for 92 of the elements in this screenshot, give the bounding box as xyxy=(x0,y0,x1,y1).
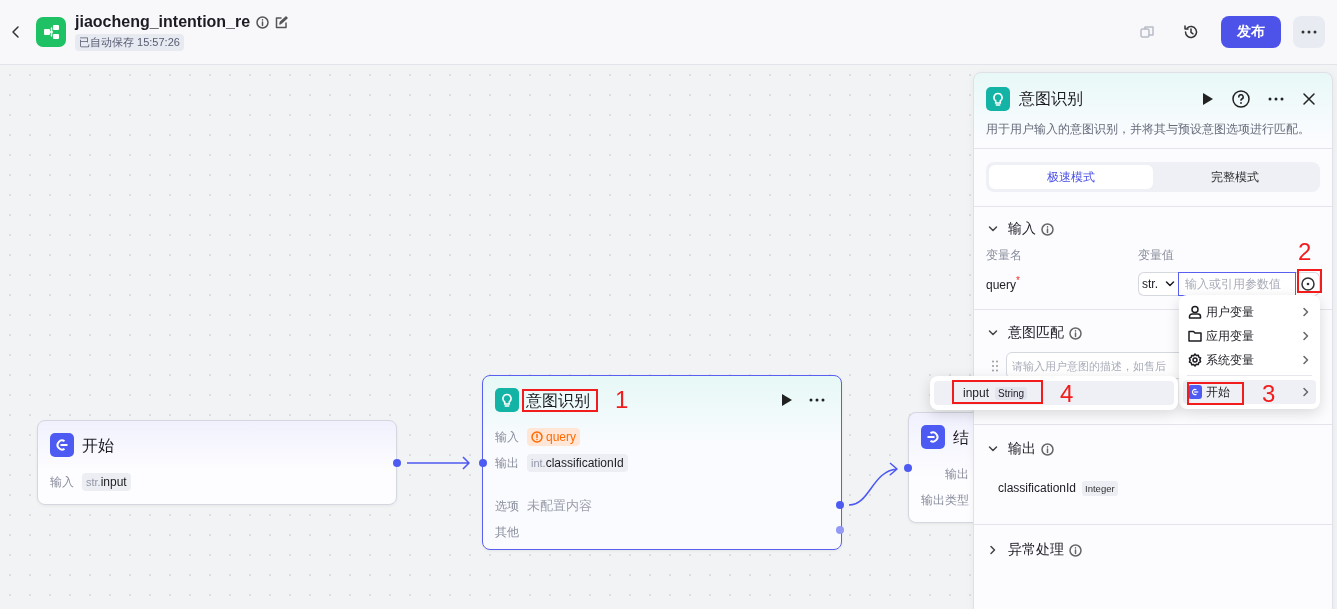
node-title: 结 xyxy=(953,428,969,446)
edit-icon[interactable] xyxy=(275,15,289,29)
field-label: 输出类型 xyxy=(921,491,969,509)
publish-button[interactable]: 发布 xyxy=(1221,16,1281,48)
column-label: 变量值 xyxy=(1138,247,1174,263)
chevron-right-icon xyxy=(1301,355,1311,365)
help-icon xyxy=(1232,90,1250,108)
chevron-down-icon[interactable] xyxy=(988,328,998,338)
start-node-icon xyxy=(50,433,74,457)
gear-icon xyxy=(1188,353,1202,367)
section-title: 输入 xyxy=(1008,220,1036,238)
field-label: 其他 xyxy=(495,523,520,541)
autosave-badge: 已自动保存 15:57:26 xyxy=(75,34,184,51)
mode-tab[interactable]: 极速模式 xyxy=(989,165,1153,189)
more-button[interactable] xyxy=(809,398,825,402)
bulb-icon xyxy=(986,87,1010,111)
warning-tag: query xyxy=(527,428,581,446)
info-icon[interactable] xyxy=(1041,222,1054,236)
chevron-right-icon[interactable] xyxy=(988,545,998,555)
field-label: 输出 xyxy=(495,454,520,472)
info-icon[interactable] xyxy=(256,15,270,29)
run-icon xyxy=(781,393,793,407)
annotation-number: 2 xyxy=(1298,239,1312,265)
output-name: classificationId xyxy=(998,481,1077,495)
workflow-node[interactable]: 开始 输入 str.input xyxy=(37,420,397,505)
copy-icon xyxy=(1140,25,1154,39)
run-button[interactable] xyxy=(781,393,793,407)
annotation-box xyxy=(1297,269,1322,293)
mode-tab[interactable]: 完整模式 xyxy=(1153,165,1317,189)
run-button[interactable] xyxy=(1202,92,1214,106)
annotation-number: 3 xyxy=(1262,381,1276,407)
annotation-number: 1 xyxy=(615,387,629,413)
port-dot xyxy=(836,501,844,509)
chevron-down-icon xyxy=(1165,279,1176,289)
history-icon xyxy=(1183,24,1199,40)
warning-icon xyxy=(531,431,543,443)
connector-arrow xyxy=(848,462,898,506)
help-button[interactable] xyxy=(1232,90,1250,108)
placeholder-text: 未配置内容 xyxy=(527,497,592,515)
chevron-right-icon xyxy=(1301,307,1311,317)
section-title: 输出 xyxy=(1008,440,1036,458)
connector-arrow xyxy=(406,456,470,470)
close-button[interactable] xyxy=(1302,92,1316,106)
parameter-name: query* xyxy=(986,278,1020,292)
menu-item[interactable]: 应用变量 xyxy=(1183,324,1316,348)
type-label: str. xyxy=(86,476,101,488)
bulb-icon xyxy=(495,388,519,412)
end-node-icon xyxy=(921,425,945,449)
info-icon[interactable] xyxy=(1069,326,1082,340)
port-dot xyxy=(479,459,487,467)
menu-item[interactable]: 用户变量 xyxy=(1183,300,1316,324)
column-label: 变量名 xyxy=(986,247,1023,263)
node-title: 意图识别 xyxy=(526,391,590,409)
folder-icon xyxy=(1188,329,1202,343)
port-dot xyxy=(836,526,844,534)
more-icon xyxy=(809,398,825,402)
value-input[interactable]: 输入或引用参数值 xyxy=(1178,272,1297,296)
annotation-number: 4 xyxy=(1060,381,1074,407)
type-tag: Integer xyxy=(1082,480,1118,496)
app-title: jiaocheng_intention_re xyxy=(75,13,251,31)
user-icon xyxy=(1188,305,1202,319)
app-logo-icon xyxy=(36,17,66,47)
type-label: int. xyxy=(531,457,546,469)
type-tag: String xyxy=(995,386,1028,400)
node-title: 开始 xyxy=(82,436,114,454)
port-dot xyxy=(393,459,401,467)
port-dot xyxy=(904,464,912,472)
type-select[interactable]: str. xyxy=(1138,272,1179,296)
chevron-right-icon xyxy=(1301,331,1311,341)
section-title: 意图匹配 xyxy=(1008,324,1064,342)
chevron-down-icon[interactable] xyxy=(988,224,998,234)
variable-reference-icon xyxy=(1300,277,1315,291)
field-label: 输入 xyxy=(495,428,520,446)
field-label: 输入 xyxy=(50,473,75,491)
annotation-box xyxy=(1187,382,1244,405)
chevron-right-icon xyxy=(1301,387,1311,397)
more-button[interactable] xyxy=(1268,97,1284,101)
workflow-node[interactable]: 结 输出 输出类型 xyxy=(908,412,974,523)
section-title: 异常处理 xyxy=(1008,541,1064,559)
field-label: 输出 xyxy=(945,465,969,483)
panel-title: 意图识别 xyxy=(1019,88,1083,109)
close-icon xyxy=(1302,92,1316,106)
more-icon xyxy=(1268,97,1284,101)
drag-handle-icon[interactable] xyxy=(992,359,998,372)
info-icon[interactable] xyxy=(1041,442,1054,456)
workflow-node[interactable]: 意图识别 1 输入 query 输出 int.classificationId 选项 未配置内容 其他 xyxy=(482,375,842,550)
more-icon xyxy=(1301,30,1317,34)
info-icon[interactable] xyxy=(1069,543,1082,557)
chevron-down-icon[interactable] xyxy=(988,444,998,454)
field-label: 选项 xyxy=(495,497,520,515)
run-icon xyxy=(1202,92,1214,106)
panel-description: 用于用户输入的意图识别，并将其与预设意图选项进行匹配。 xyxy=(986,122,1311,137)
